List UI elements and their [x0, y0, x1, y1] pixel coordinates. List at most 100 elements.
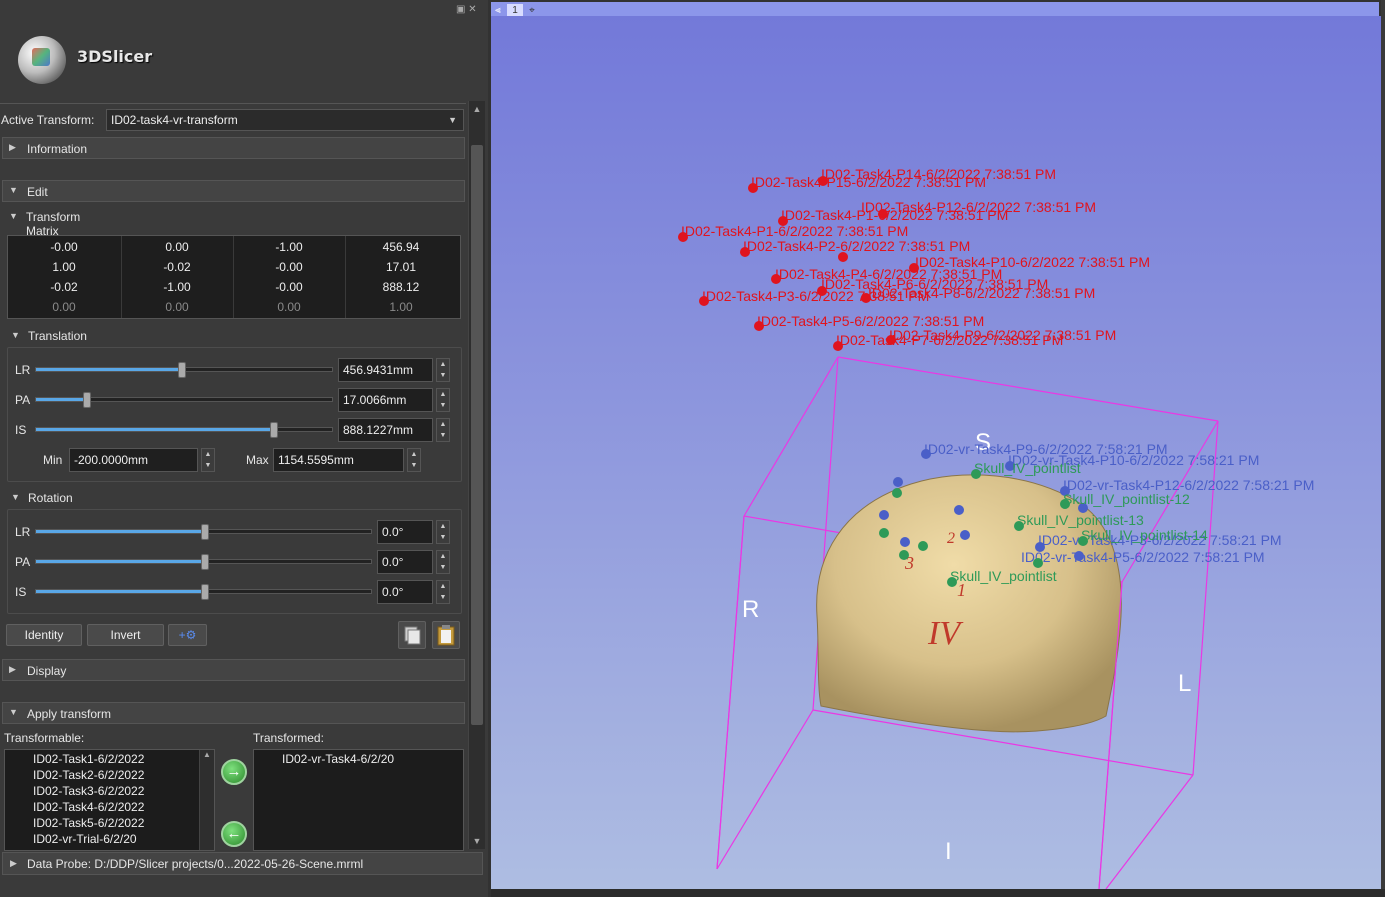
list-item[interactable]: ID02-Task2-6/2/2022: [33, 768, 144, 782]
matrix-cell[interactable]: -0.00: [8, 240, 120, 254]
panel-scrollbar[interactable]: ▲ ▼: [468, 101, 485, 849]
matrix-cell[interactable]: 17.01: [345, 260, 457, 274]
spin-arrows-icon[interactable]: ▲ ▼: [436, 388, 450, 412]
matrix-cell: 0.00: [165, 300, 189, 314]
list-item[interactable]: ID02-Task1-6/2/2022: [33, 752, 144, 766]
rotation-is-spinbox[interactable]: 0.0°: [377, 580, 433, 604]
scroll-down-icon[interactable]: ▼: [471, 835, 483, 847]
chevron-right-icon: ▶: [9, 664, 16, 674]
rotation-pa-spinbox[interactable]: 0.0°: [377, 550, 433, 574]
spin-arrows-icon[interactable]: ▲ ▼: [201, 448, 215, 472]
matrix-cell: 0.00: [52, 300, 76, 314]
identity-button[interactable]: Identity: [6, 624, 82, 646]
rotation-pa-label: PA: [15, 555, 31, 569]
copy-button[interactable]: [398, 621, 426, 649]
matrix-cell: 1.00: [389, 300, 413, 314]
section-edit[interactable]: ▼ Edit: [2, 180, 465, 202]
spin-arrows-icon[interactable]: ▲ ▼: [436, 418, 450, 442]
list-scrollbar[interactable]: ▲: [199, 750, 214, 850]
markup-label: ID02-Task4-P15-6/2/2022 7:38:51 PM: [751, 174, 986, 190]
matrix-cell[interactable]: 456.94: [345, 240, 457, 254]
view-controller-bar[interactable]: ⫷ 1 ⌖: [491, 2, 1379, 17]
skull-text-2: 2: [947, 530, 955, 547]
transformed-list[interactable]: ID02-vr-Task4-6/2/20: [253, 749, 464, 851]
markup-label: ID02-Task4-P8-6/2/2022 7:38:51 PM: [868, 285, 1095, 301]
translation-lr-spinbox[interactable]: 456.9431mm: [338, 358, 433, 382]
spin-arrows-icon[interactable]: ▲ ▼: [436, 550, 450, 574]
orientation-l: L: [1178, 670, 1191, 697]
matrix-cell[interactable]: 888.12: [345, 280, 457, 294]
matrix-cell[interactable]: -1.00: [121, 280, 233, 294]
list-item[interactable]: ID02-Task4-6/2/2022: [33, 800, 144, 814]
spin-arrows-icon[interactable]: ▲ ▼: [436, 520, 450, 544]
markup-label: Skull_IV_pointlist-13: [1017, 512, 1144, 528]
paste-button[interactable]: [432, 621, 460, 649]
scroll-thumb[interactable]: [471, 145, 483, 725]
chevron-down-icon: ▼: [448, 115, 457, 125]
slider-handle[interactable]: [200, 524, 209, 540]
transformable-list[interactable]: ID02-Task1-6/2/2022 ID02-Task2-6/2/2022 …: [4, 749, 215, 851]
chevron-down-icon: ▼: [11, 330, 20, 340]
translation-pa-spinbox[interactable]: 17.0066mm: [338, 388, 433, 412]
rotation-lr-slider[interactable]: [35, 524, 372, 540]
max-spinbox[interactable]: 1154.5595mm: [273, 448, 404, 472]
arrow-left-icon[interactable]: ←: [221, 821, 247, 847]
spin-arrows-icon[interactable]: ▲ ▼: [407, 448, 421, 472]
list-item[interactable]: ID02-vr-Trial-6/2/20: [33, 832, 137, 846]
split-transform-button[interactable]: +⚙: [168, 624, 207, 646]
invert-button[interactable]: Invert: [87, 624, 164, 646]
rotation-lr-spinbox[interactable]: 0.0°: [377, 520, 433, 544]
translation-pa-slider[interactable]: [35, 392, 333, 408]
markup-label: ID02-Task4-P7-6/2/2022 7:38:51 PM: [836, 332, 1063, 348]
chevron-right-icon: ▶: [9, 142, 16, 152]
slider-handle[interactable]: [200, 584, 209, 600]
translation-lr-slider[interactable]: [35, 362, 333, 378]
data-probe-bar[interactable]: ▶ Data Probe: D:/DDP/Slicer projects/0..…: [2, 852, 483, 875]
rotation-is-slider[interactable]: [35, 584, 372, 600]
markup-label: Skull_IV_pointlist-12: [1063, 491, 1190, 507]
matrix-cell[interactable]: -1.00: [233, 240, 345, 254]
window-edge: [491, 889, 1385, 897]
module-panel: ▣ ✕ 3DSlicer Active Transform: ID02-task…: [0, 0, 488, 897]
orientation-i: I: [945, 838, 952, 865]
rotation-lr-label: LR: [15, 525, 31, 539]
list-item[interactable]: ID02-vr-Task4-6/2/20: [282, 752, 394, 766]
spin-arrows-icon[interactable]: ▲ ▼: [436, 358, 450, 382]
skull-text-iv: IV: [927, 615, 964, 652]
divider: [0, 103, 466, 104]
matrix-cell[interactable]: 0.00: [121, 240, 233, 254]
section-information[interactable]: ▶ Information: [2, 137, 465, 159]
slider-handle[interactable]: [83, 392, 92, 408]
chevron-down-icon: ▼: [9, 185, 18, 195]
matrix-cell[interactable]: 1.00: [8, 260, 120, 274]
panel-float-close-icons[interactable]: ▣ ✕: [456, 4, 477, 15]
transform-matrix[interactable]: -0.00 0.00 -1.00 456.94 1.00 -0.02 -0.00…: [7, 235, 461, 319]
matrix-cell[interactable]: -0.00: [233, 260, 345, 274]
paste-icon: [437, 625, 455, 646]
matrix-cell[interactable]: -0.02: [8, 280, 120, 294]
matrix-cell[interactable]: -0.02: [121, 260, 233, 274]
scroll-up-icon[interactable]: ▲: [471, 103, 483, 115]
slider-handle[interactable]: [269, 422, 278, 438]
section-display[interactable]: ▶ Display: [2, 659, 465, 681]
slider-handle[interactable]: [200, 554, 209, 570]
markup-label: ID02-Task4-P1-6/2/2022 7:38:51 PM: [781, 207, 1008, 223]
list-item[interactable]: ID02-Task3-6/2/2022: [33, 784, 144, 798]
spin-arrows-icon[interactable]: ▲ ▼: [436, 580, 450, 604]
active-transform-label: Active Transform:: [1, 113, 95, 127]
threed-view[interactable]: IV 1 3 2 S R L I ID02-Task4-P14-6/2/2022…: [491, 16, 1385, 889]
rotation-pa-slider[interactable]: [35, 554, 372, 570]
transformable-label: Transformable:: [4, 731, 85, 745]
matrix-cell[interactable]: -0.00: [233, 280, 345, 294]
arrow-right-icon[interactable]: →: [221, 759, 247, 785]
translation-is-spinbox[interactable]: 888.1227mm: [338, 418, 433, 442]
plus-gear-icon: +⚙: [178, 628, 197, 642]
list-item[interactable]: ID02-Task5-6/2/2022: [33, 816, 144, 830]
slider-handle[interactable]: [178, 362, 187, 378]
markup-label: Skull_IV_pointlist-14: [1081, 527, 1208, 543]
translation-is-slider[interactable]: [35, 422, 333, 438]
active-transform-combo[interactable]: ID02-task4-vr-transform ▼: [106, 109, 464, 131]
min-spinbox[interactable]: -200.0000mm: [69, 448, 198, 472]
threed-scene[interactable]: IV 1 3 2 S R L I ID02-Task4-P14-6/2/2022…: [491, 16, 1385, 889]
section-apply-transform[interactable]: ▼ Apply transform: [2, 702, 465, 724]
